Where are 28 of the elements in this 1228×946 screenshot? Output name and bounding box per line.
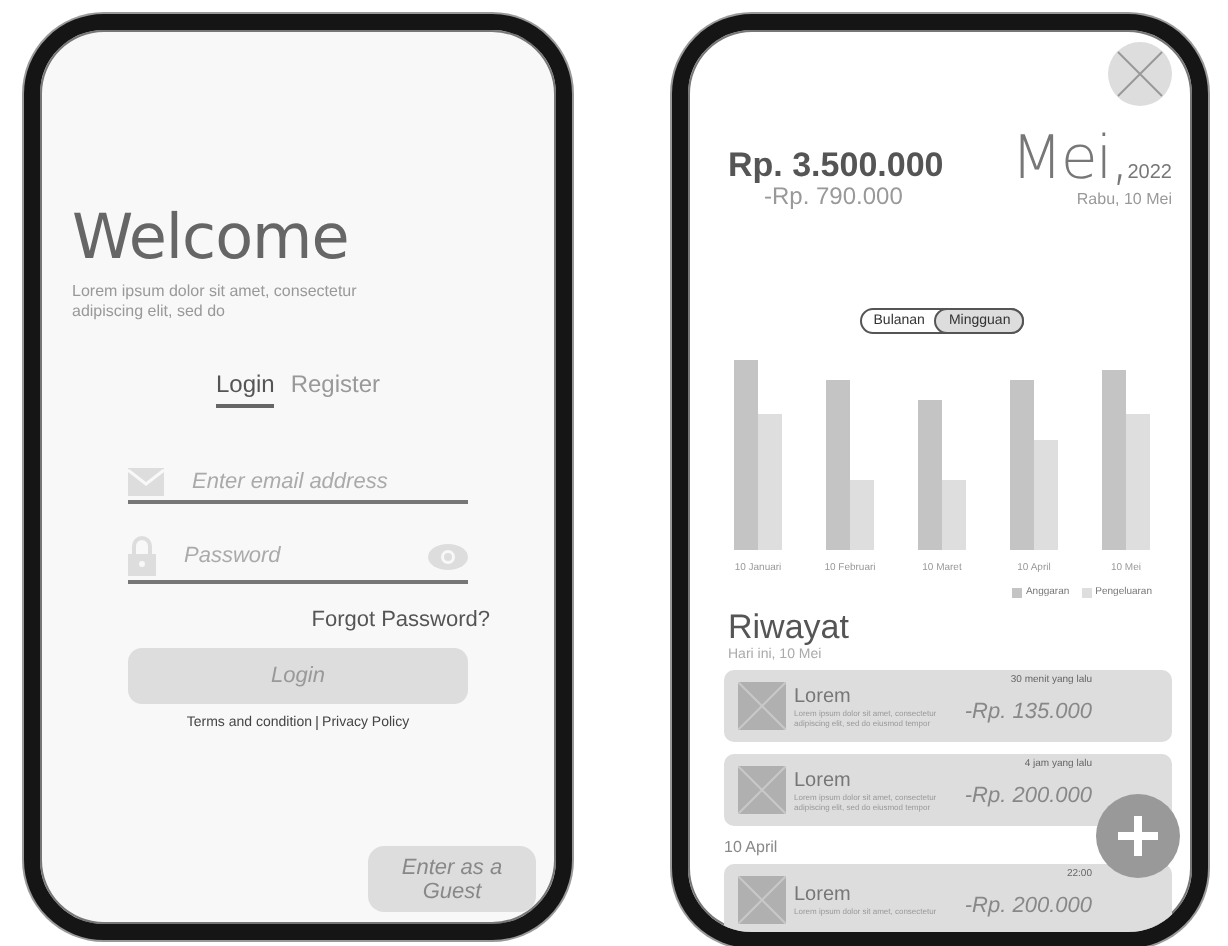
balance-amount: Rp. 3.500.000 — [728, 146, 944, 186]
password-field[interactable]: Password — [180, 542, 404, 570]
envelope-icon — [128, 468, 164, 496]
transaction-amount: -Rp. 135.000 — [964, 700, 1092, 724]
welcome-title: Welcome — [72, 202, 351, 274]
spent-amount: -Rp. 790.000 — [764, 186, 903, 208]
email-field[interactable]: Enter email address — [188, 468, 468, 496]
transaction-title: Lorem — [794, 884, 853, 906]
chart-bar — [758, 414, 782, 550]
year-label: 2022 — [1127, 162, 1172, 184]
lock-icon — [128, 536, 156, 576]
image-placeholder-icon — [738, 766, 786, 814]
month-label: Mei, — [1011, 130, 1128, 190]
transaction-title: Lorem — [794, 685, 853, 707]
date-label: Rabu, 10 Mei — [1076, 190, 1172, 208]
image-placeholder-icon — [738, 682, 786, 730]
chart-bar — [1126, 414, 1150, 550]
date-heading: 10 April — [724, 838, 780, 856]
history-title: Riwayat — [728, 610, 851, 644]
forgot-password-link[interactable]: Forgot Password? — [311, 608, 490, 632]
image-placeholder-icon — [738, 876, 786, 924]
transaction-amount: -Rp. 200.000 — [964, 784, 1092, 808]
tab[interactable]: Login — [215, 370, 275, 408]
subtitle: Lorem ipsum dolor sit amet, consectetur adipiscing elit, sed do — [72, 282, 359, 322]
transaction-amount: -Rp. 200.000 — [964, 894, 1092, 918]
close-icon[interactable] — [1108, 42, 1172, 106]
plus-icon — [1118, 816, 1158, 856]
transaction-title: Lorem — [794, 769, 853, 791]
